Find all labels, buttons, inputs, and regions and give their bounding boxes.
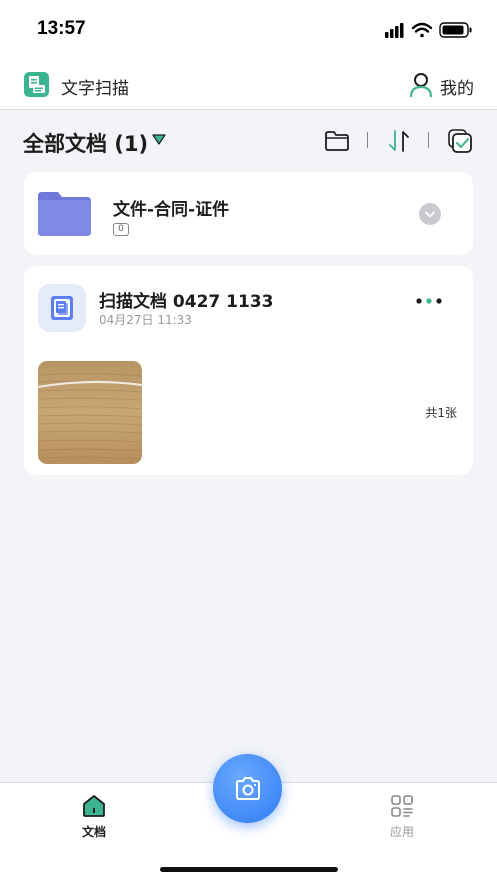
camera-icon: [236, 777, 260, 800]
more-options-icon[interactable]: [414, 294, 444, 308]
document-type-icon-wrap: [38, 284, 86, 332]
document-title: 扫描文档 0427 1133: [99, 292, 274, 312]
camera-scan-button[interactable]: [213, 754, 282, 823]
tab-apps[interactable]: 应用: [377, 794, 427, 844]
caret-down-icon[interactable]: [152, 134, 166, 146]
documents-toolbar: 全部文档 (1): [0, 118, 497, 164]
document-thumbnail[interactable]: [38, 361, 142, 464]
battery-icon: [439, 22, 472, 38]
tab-documents-label: 文档: [81, 825, 106, 839]
app-header: 文字扫描 我的: [0, 60, 497, 110]
tab-documents[interactable]: 文档: [69, 794, 119, 844]
multi-select-icon[interactable]: [447, 128, 473, 154]
document-date: 04月27日 11:33: [99, 313, 192, 327]
apps-grid-icon: [391, 795, 413, 817]
home-icon: [83, 795, 105, 817]
folder-count-badge: 0: [113, 223, 129, 236]
signal-icon: [385, 23, 404, 38]
home-indicator: [160, 867, 338, 872]
folder-name: 文件-合同-证件: [113, 200, 230, 220]
status-bar: 13:57: [0, 0, 497, 60]
app-logo-icon: [24, 72, 49, 97]
wifi-icon: [411, 22, 433, 38]
document-card[interactable]: 扫描文档 0427 1133 04月27日 11:33 共1张: [24, 266, 473, 475]
toolbar-divider: [367, 132, 368, 148]
status-icons: [385, 22, 472, 38]
user-icon: [409, 73, 433, 98]
folder-icon: [38, 192, 91, 236]
sort-icon[interactable]: [386, 128, 412, 154]
scan-document-icon: [51, 296, 73, 320]
page-count: 共1张: [425, 406, 457, 420]
status-time: 13:57: [37, 18, 86, 39]
tab-apps-label: 应用: [389, 825, 414, 839]
profile-button[interactable]: 我的: [409, 72, 479, 99]
chevron-down-icon: [425, 211, 435, 218]
expand-button[interactable]: [419, 203, 441, 225]
wood-texture-image: [38, 361, 142, 464]
new-folder-icon[interactable]: [324, 128, 350, 154]
profile-label: 我的: [440, 79, 474, 99]
all-documents-title[interactable]: 全部文档 (1): [23, 128, 148, 158]
folder-card[interactable]: 文件-合同-证件 0: [24, 172, 473, 255]
toolbar-divider: [428, 132, 429, 148]
app-title: 文字扫描: [61, 79, 129, 99]
